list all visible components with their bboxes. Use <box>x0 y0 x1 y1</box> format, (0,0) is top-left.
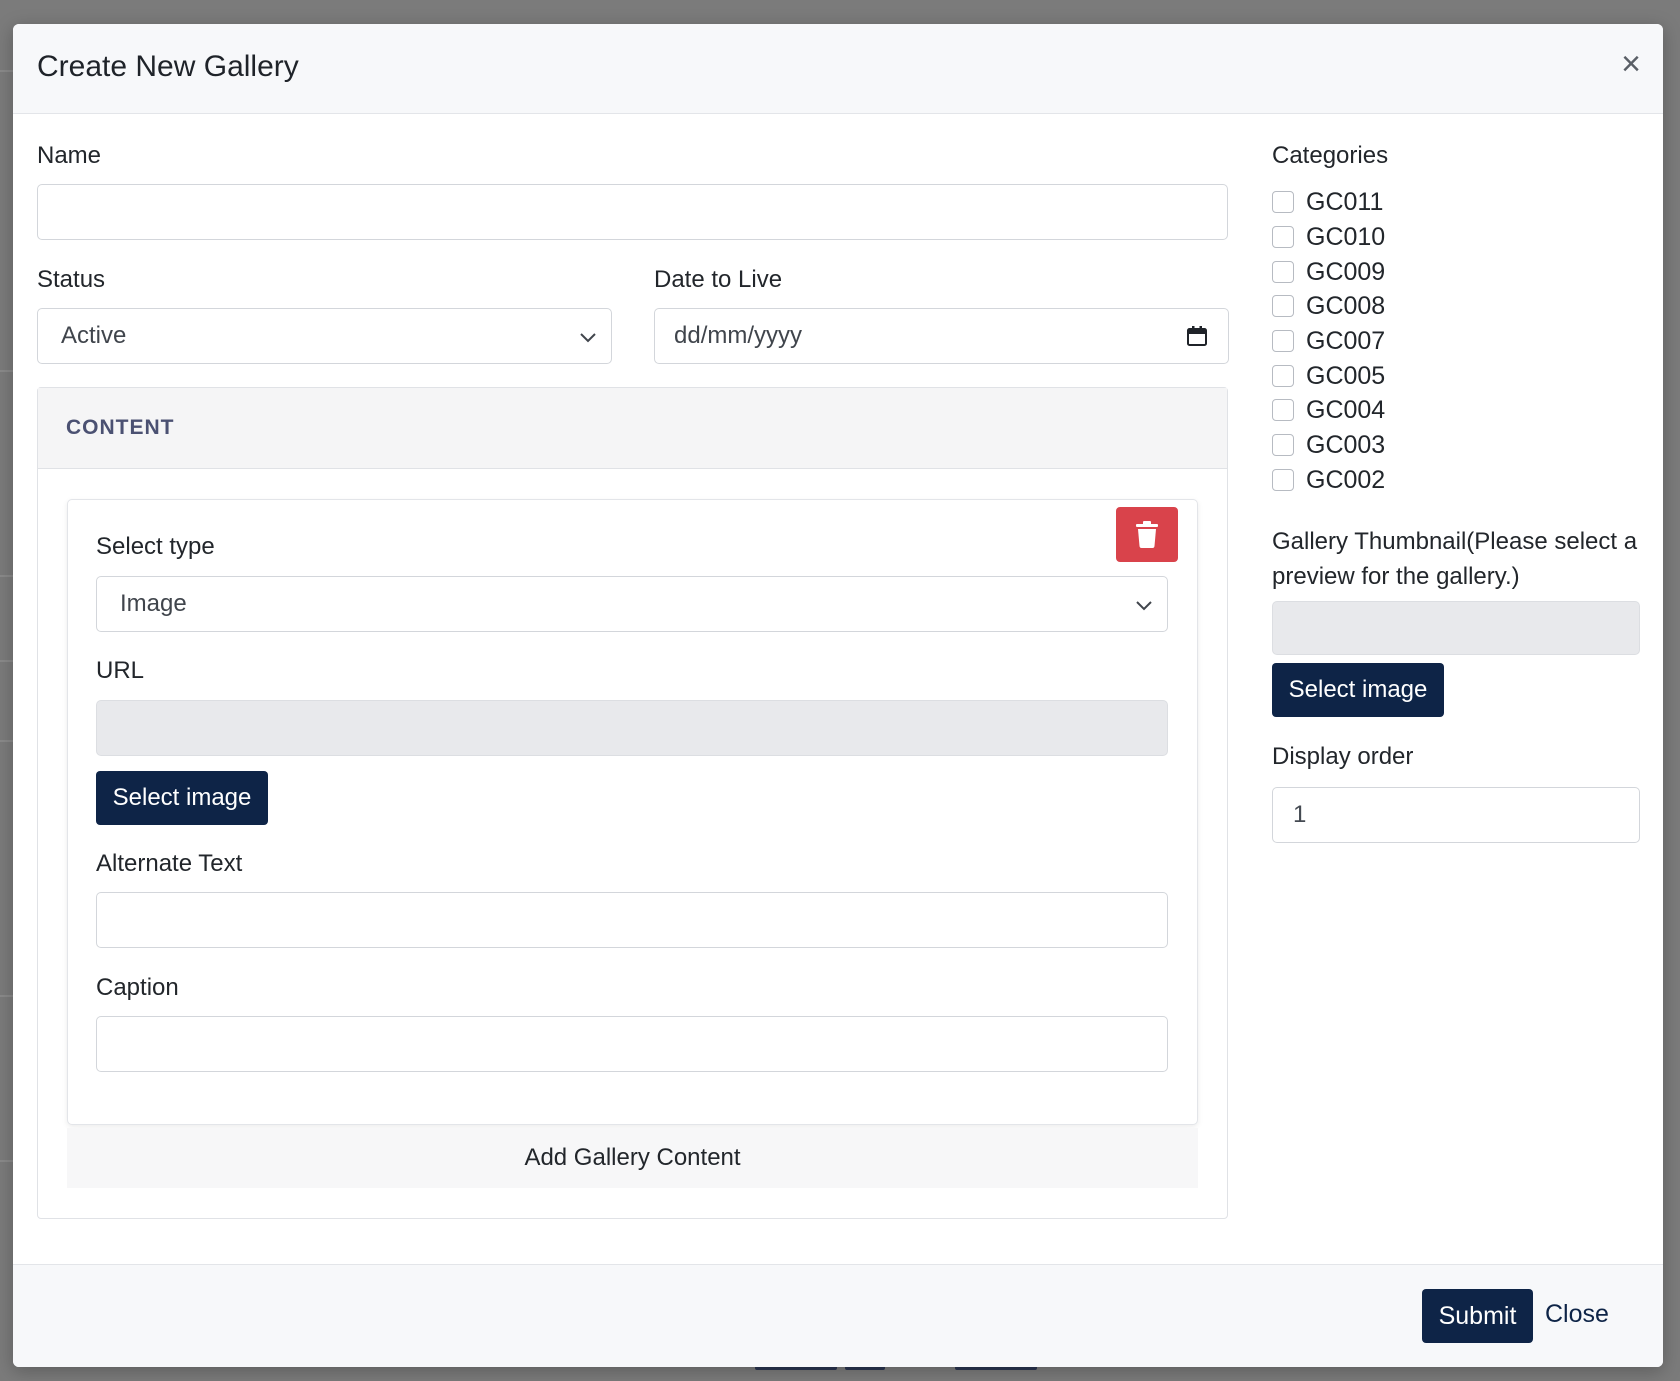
category-label: GC004 <box>1306 396 1386 424</box>
background-divider <box>0 995 14 997</box>
category-item[interactable]: GC002 <box>1272 466 1472 496</box>
category-label: GC002 <box>1306 466 1386 494</box>
display-order-label: Display order <box>1272 743 1414 770</box>
thumbnail-select-image-button[interactable]: Select image <box>1272 663 1444 717</box>
category-item[interactable]: GC003 <box>1272 431 1472 461</box>
gallery-content-item: Select type Image URL Select image Alter… <box>67 499 1198 1125</box>
trash-icon <box>1136 521 1158 548</box>
gallery-thumbnail-label-line1: Gallery Thumbnail(Please select a <box>1272 528 1638 555</box>
create-gallery-modal: Create New Gallery × Name Status Active … <box>13 24 1663 1367</box>
category-checkbox[interactable] <box>1272 261 1294 283</box>
date-placeholder: dd/mm/yyyy <box>674 322 803 349</box>
background-divider <box>0 70 14 72</box>
status-selected-value: Active <box>61 322 127 349</box>
background-divider <box>0 740 14 742</box>
background-divider <box>0 660 14 662</box>
url-label: URL <box>96 657 145 684</box>
name-input[interactable] <box>37 184 1228 240</box>
gallery-thumbnail-label-line2: preview for the gallery.) <box>1272 563 1520 590</box>
select-type-select[interactable]: Image <box>96 576 1168 632</box>
category-label: GC007 <box>1306 327 1386 355</box>
name-label: Name <box>37 142 102 169</box>
category-label: GC009 <box>1306 258 1386 286</box>
close-icon[interactable]: × <box>1615 46 1647 82</box>
category-label: GC010 <box>1306 223 1386 251</box>
gallery-thumbnail-input[interactable] <box>1272 601 1640 655</box>
content-heading: CONTENT <box>66 416 175 439</box>
category-label: GC003 <box>1306 431 1386 459</box>
status-label: Status <box>37 266 106 293</box>
category-item[interactable]: GC004 <box>1272 396 1472 426</box>
category-checkbox[interactable] <box>1272 399 1294 421</box>
category-checkbox[interactable] <box>1272 191 1294 213</box>
category-item[interactable]: GC008 <box>1272 292 1472 322</box>
category-item[interactable]: GC010 <box>1272 223 1472 253</box>
categories-label: Categories <box>1272 142 1389 169</box>
date-to-live-input[interactable]: dd/mm/yyyy <box>654 308 1229 364</box>
category-checkbox[interactable] <box>1272 330 1294 352</box>
category-item[interactable]: GC007 <box>1272 327 1472 357</box>
select-type-label: Select type <box>96 533 215 560</box>
modal-title: Create New Gallery <box>37 50 299 83</box>
background-divider <box>0 370 14 372</box>
date-to-live-label: Date to Live <box>654 266 783 293</box>
chevron-down-icon <box>1136 601 1152 611</box>
select-image-button[interactable]: Select image <box>96 771 268 825</box>
caption-label: Caption <box>96 974 179 1001</box>
status-select[interactable]: Active <box>37 308 612 364</box>
calendar-icon[interactable] <box>1186 325 1208 347</box>
gallery-thumbnail-label: Gallery Thumbnail(Please select a previe… <box>1272 524 1637 594</box>
submit-button[interactable]: Submit <box>1422 1289 1533 1343</box>
content-section: CONTENT Select type Image URL Select ima… <box>37 387 1228 1219</box>
category-label: GC011 <box>1306 188 1384 216</box>
category-label: GC005 <box>1306 362 1386 390</box>
close-button[interactable]: Close <box>1545 1300 1609 1329</box>
modal-footer <box>13 1264 1663 1367</box>
category-checkbox[interactable] <box>1272 434 1294 456</box>
delete-content-button[interactable] <box>1116 507 1178 562</box>
alternate-text-label: Alternate Text <box>96 850 243 877</box>
background-divider <box>0 1160 14 1162</box>
modal-header: Create New Gallery × <box>13 24 1663 114</box>
alternate-text-input[interactable] <box>96 892 1168 948</box>
content-section-header: CONTENT <box>38 388 1227 469</box>
category-label: GC008 <box>1306 292 1386 320</box>
category-checkbox[interactable] <box>1272 365 1294 387</box>
chevron-down-icon <box>580 333 596 343</box>
background-divider <box>0 575 14 577</box>
add-gallery-content-button[interactable]: Add Gallery Content <box>67 1128 1198 1188</box>
category-item[interactable]: GC009 <box>1272 258 1472 288</box>
category-checkbox[interactable] <box>1272 295 1294 317</box>
display-order-input[interactable] <box>1272 787 1640 843</box>
url-input[interactable] <box>96 700 1168 756</box>
category-item[interactable]: GC011 <box>1272 188 1472 218</box>
category-checkbox[interactable] <box>1272 226 1294 248</box>
caption-input[interactable] <box>96 1016 1168 1072</box>
category-item[interactable]: GC005 <box>1272 362 1472 392</box>
select-type-selected-value: Image <box>120 590 187 617</box>
category-checkbox[interactable] <box>1272 469 1294 491</box>
